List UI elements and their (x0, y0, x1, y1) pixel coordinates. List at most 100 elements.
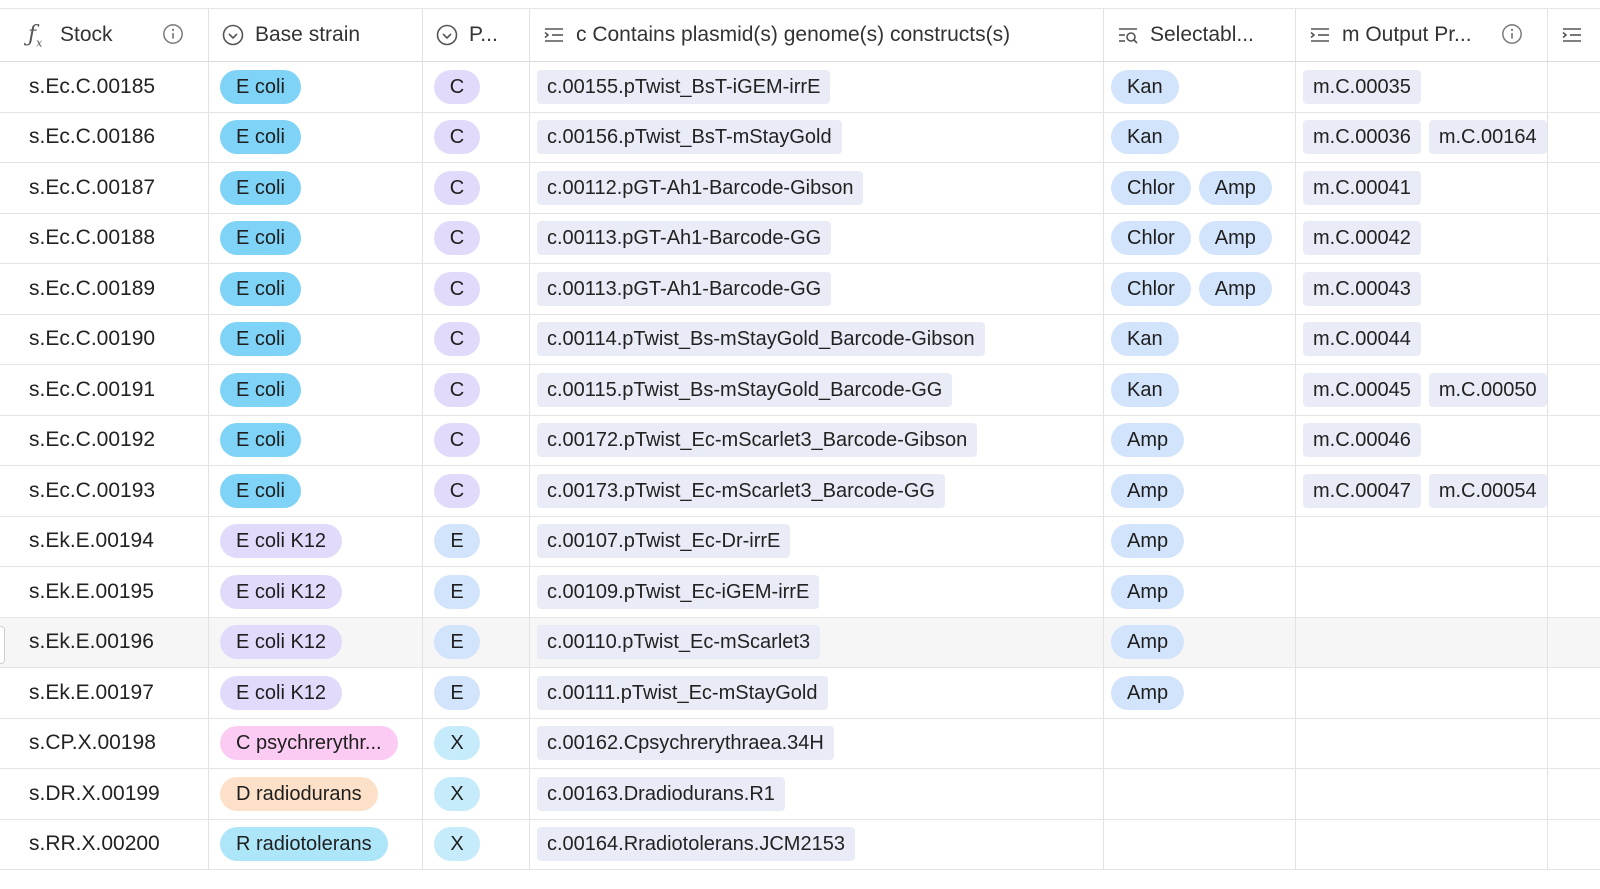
cell-more[interactable] (1548, 517, 1600, 567)
cell-base-strain[interactable]: R radiotolerans (209, 819, 423, 869)
info-icon[interactable] (1501, 23, 1523, 45)
table-row[interactable]: s.Ec.C.00191 E coli Cc.00115.pTwist_Bs-mSt… (0, 365, 1600, 416)
cell-construct[interactable]: c.00111.pTwist_Ec-mStayGold (530, 668, 1104, 718)
cell-selectable[interactable]: Chlor Amp (1104, 264, 1296, 314)
cell-base-strain[interactable]: E coli K12 (209, 567, 423, 617)
cell-stock[interactable]: s.Ec.C.00186 (0, 112, 209, 162)
output-link[interactable]: m.C.00164 (1428, 120, 1547, 155)
cell-selectable[interactable]: Amp (1104, 617, 1296, 667)
table-row[interactable]: s.Ec.C.00189 E coli Cc.00113.pGT-Ah1-Barco… (0, 264, 1600, 315)
column-header-more[interactable] (1548, 9, 1600, 61)
table-row[interactable]: s.RR.X.00200 R radiotolerans Xc.00164.Rrad… (0, 819, 1600, 870)
cell-construct[interactable]: c.00156.pTwist_BsT-mStayGold (530, 112, 1104, 162)
table-row[interactable]: s.Ec.C.00192 E coli Cc.00172.pTwist_Ec-mSc… (0, 415, 1600, 466)
cell-construct[interactable]: c.00110.pTwist_Ec-mScarlet3 (530, 617, 1104, 667)
cell-stock[interactable]: s.RR.X.00200 (0, 819, 209, 869)
construct-link[interactable]: c.00115.pTwist_Bs-mStayGold_Barcode-GG (537, 372, 953, 407)
cell-construct[interactable]: c.00109.pTwist_Ec-iGEM-irrE (530, 567, 1104, 617)
cell-selectable[interactable]: Kan (1104, 365, 1296, 415)
cell-stock[interactable]: s.Ek.E.00195 (0, 567, 209, 617)
cell-p[interactable]: X (423, 819, 530, 869)
cell-more[interactable] (1548, 163, 1600, 213)
cell-output[interactable]: m.C.00046 (1296, 415, 1548, 465)
cell-construct[interactable]: c.00107.pTwist_Ec-Dr-irrE (530, 516, 1104, 566)
cell-more[interactable] (1548, 466, 1600, 516)
cell-p[interactable]: C (423, 314, 530, 364)
column-header-selectable[interactable]: Selectabl... (1104, 9, 1296, 61)
cell-output[interactable] (1296, 769, 1548, 819)
column-header-stock[interactable]: ƒx Stock (0, 9, 209, 61)
construct-link[interactable]: c.00173.pTwist_Ec-mScarlet3_Barcode-GG (537, 473, 945, 508)
column-header-base-strain[interactable]: Base strain (209, 9, 423, 61)
table-row[interactable]: s.CP.X.00198 C psychrerythr... Xc.00162.Cp… (0, 718, 1600, 769)
construct-link[interactable]: c.00162.Cpsychrerythraea.34H (537, 726, 834, 761)
cell-selectable[interactable] (1104, 819, 1296, 869)
cell-more[interactable] (1548, 315, 1600, 365)
cell-more[interactable] (1548, 365, 1600, 415)
cell-stock[interactable]: s.Ek.E.00197 (0, 668, 209, 718)
cell-p[interactable]: E (423, 617, 530, 667)
cell-base-strain[interactable]: E coli (209, 264, 423, 314)
cell-more[interactable] (1548, 113, 1600, 163)
table-row[interactable]: s.Ec.C.00188 E coli Cc.00113.pGT-Ah1-Barco… (0, 213, 1600, 264)
cell-stock[interactable]: s.Ec.C.00192 (0, 415, 209, 465)
cell-output[interactable]: m.C.00044 (1296, 314, 1548, 364)
cell-construct[interactable]: c.00163.Dradiodurans.R1 (530, 769, 1104, 819)
cell-p[interactable]: C (423, 264, 530, 314)
cell-base-strain[interactable]: E coli (209, 314, 423, 364)
cell-selectable[interactable]: Kan (1104, 314, 1296, 364)
cell-output[interactable]: m.C.00042 (1296, 213, 1548, 263)
table-row[interactable]: s.Ek.E.00197 E coli K12 Ec.00111.pTwist_Ec… (0, 668, 1600, 719)
cell-more[interactable] (1548, 264, 1600, 314)
cell-output[interactable] (1296, 819, 1548, 869)
cell-base-strain[interactable]: E coli (209, 163, 423, 213)
cell-output[interactable]: m.C.00035 (1296, 62, 1548, 112)
cell-construct[interactable]: c.00155.pTwist_BsT-iGEM-irrE (530, 62, 1104, 112)
construct-link[interactable]: c.00112.pGT-Ah1-Barcode-Gibson (537, 170, 864, 205)
cell-base-strain[interactable]: C psychrerythr... (209, 718, 423, 768)
table-row[interactable]: s.Ek.E.00194 E coli K12 Ec.00107.pTwist_Ec… (0, 516, 1600, 567)
cell-p[interactable]: C (423, 213, 530, 263)
cell-construct[interactable]: c.00115.pTwist_Bs-mStayGold_Barcode-GG (530, 365, 1104, 415)
cell-output[interactable]: m.C.00045 m.C.00050 (1296, 365, 1548, 415)
cell-base-strain[interactable]: E coli (209, 213, 423, 263)
cell-more[interactable] (1548, 62, 1600, 112)
column-header-output[interactable]: m Output Pr... (1296, 9, 1548, 61)
cell-more[interactable] (1548, 416, 1600, 466)
cell-base-strain[interactable]: E coli K12 (209, 516, 423, 566)
output-link[interactable]: m.C.00036 (1303, 120, 1421, 155)
cell-more[interactable] (1548, 214, 1600, 264)
cell-base-strain[interactable]: D radiodurans (209, 769, 423, 819)
cell-selectable[interactable]: Kan (1104, 112, 1296, 162)
cell-selectable[interactable]: Amp (1104, 668, 1296, 718)
construct-link[interactable]: c.00111.pTwist_Ec-mStayGold (537, 675, 828, 710)
output-link[interactable]: m.C.00047 (1303, 473, 1421, 508)
output-link[interactable]: m.C.00046 (1303, 423, 1421, 458)
cell-p[interactable]: X (423, 769, 530, 819)
construct-link[interactable]: c.00163.Dradiodurans.R1 (537, 776, 785, 811)
cell-selectable[interactable]: Amp (1104, 567, 1296, 617)
cell-stock[interactable]: s.Ec.C.00188 (0, 213, 209, 263)
table-row[interactable]: s.Ec.C.00187 E coli Cc.00112.pGT-Ah1-Barco… (0, 163, 1600, 214)
construct-link[interactable]: c.00113.pGT-Ah1-Barcode-GG (537, 221, 832, 256)
cell-stock[interactable]: s.Ec.C.00193 (0, 466, 209, 516)
cell-selectable[interactable]: Chlor Amp (1104, 213, 1296, 263)
cell-more[interactable] (1548, 820, 1600, 870)
cell-output[interactable] (1296, 516, 1548, 566)
table-row[interactable]: s.DR.X.00199 D radiodurans Xc.00163.Dradio… (0, 769, 1600, 820)
cell-base-strain[interactable]: E coli (209, 365, 423, 415)
info-icon[interactable] (162, 23, 184, 45)
cell-selectable[interactable]: Kan (1104, 62, 1296, 112)
cell-p[interactable]: E (423, 567, 530, 617)
cell-construct[interactable]: c.00162.Cpsychrerythraea.34H (530, 718, 1104, 768)
output-link[interactable]: m.C.00035 (1303, 69, 1421, 104)
cell-stock[interactable]: s.Ec.C.00187 (0, 163, 209, 213)
cell-base-strain[interactable]: E coli K12 (209, 668, 423, 718)
cell-selectable[interactable] (1104, 718, 1296, 768)
cell-stock[interactable]: s.Ec.C.00185 (0, 62, 209, 112)
construct-link[interactable]: c.00114.pTwist_Bs-mStayGold_Barcode-Gibs… (537, 322, 985, 357)
cell-output[interactable] (1296, 617, 1548, 667)
cell-stock[interactable]: s.Ek.E.00196 (0, 617, 209, 667)
output-link[interactable]: m.C.00042 (1303, 221, 1421, 256)
cell-stock[interactable]: s.Ec.C.00191 (0, 365, 209, 415)
